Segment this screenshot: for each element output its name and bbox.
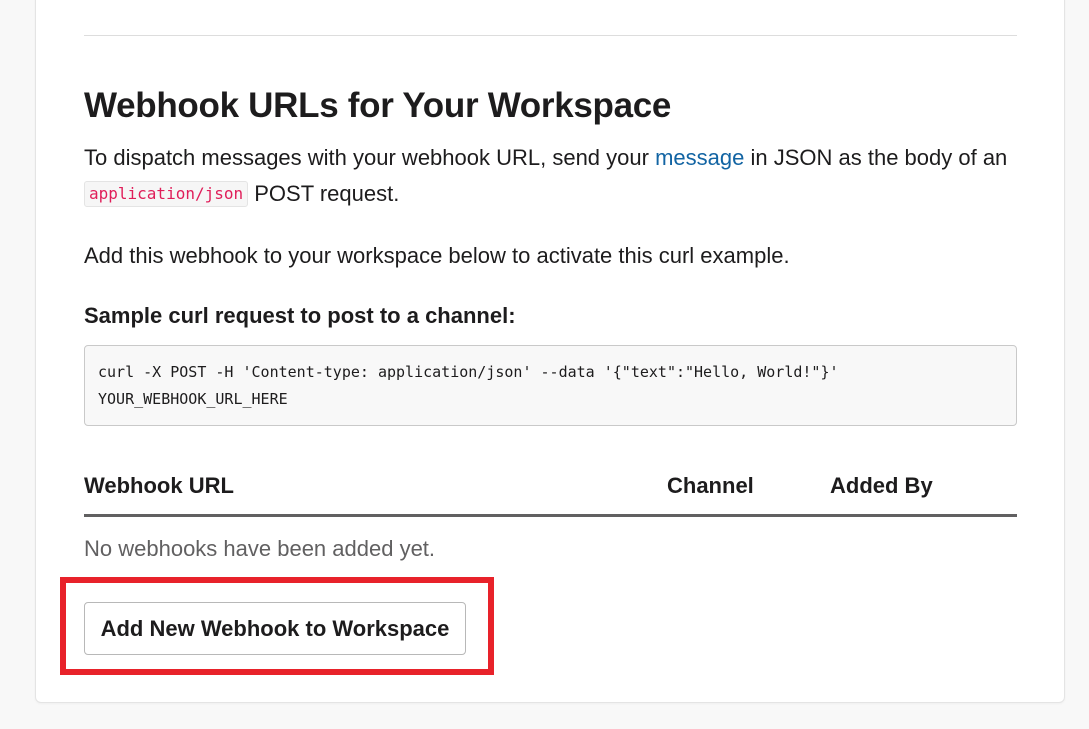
- content-type-code: application/json: [84, 181, 249, 207]
- curl-line-1: curl -X POST -H 'Content-type: applicati…: [98, 363, 839, 381]
- intro-prefix: To dispatch messages with your webhook U…: [84, 145, 656, 170]
- intro-middle: in JSON as the body of an: [744, 145, 1008, 170]
- message-link[interactable]: message: [655, 145, 744, 170]
- curl-line-2: YOUR_WEBHOOK_URL_HERE: [98, 390, 288, 408]
- page-title: Webhook URLs for Your Workspace: [84, 86, 672, 125]
- column-channel: Channel: [667, 473, 754, 498]
- intro-suffix: POST request.: [248, 181, 400, 206]
- section-divider: [84, 35, 1017, 36]
- add-webhook-button[interactable]: Add New Webhook to Workspace: [84, 602, 466, 655]
- empty-state-text: No webhooks have been added yet.: [84, 536, 436, 561]
- column-added-by: Added By: [830, 473, 933, 498]
- webhooks-table-header: Webhook URL Channel Added By: [84, 468, 1017, 517]
- column-webhook-url: Webhook URL: [84, 473, 234, 498]
- sample-curl-heading: Sample curl request to post to a channel…: [84, 303, 516, 328]
- intro-text: To dispatch messages with your webhook U…: [84, 140, 1024, 212]
- curl-code-block: curl -X POST -H 'Content-type: applicati…: [84, 345, 1017, 426]
- activate-note: Add this webhook to your workspace below…: [84, 243, 790, 268]
